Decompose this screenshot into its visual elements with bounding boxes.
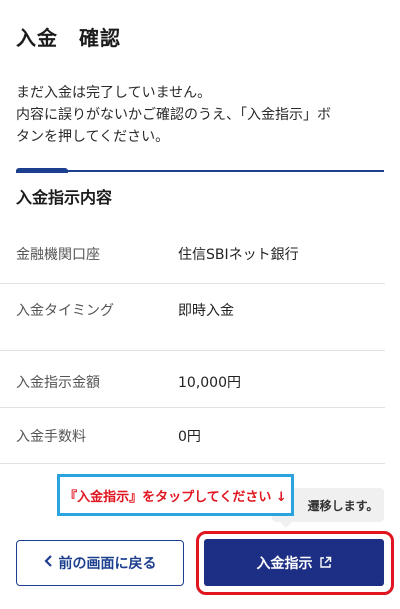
instruction-callout: 『入金指示』をタップしてください ↓: [57, 474, 294, 516]
back-button-label: 前の画面に戻る: [58, 556, 157, 572]
notice-message: まだ入金は完了していません。 内容に誤りがないかご確認のうえ、「入金指示」ボ タ…: [16, 82, 388, 148]
row-divider: [0, 350, 385, 351]
external-link-icon: [319, 556, 332, 569]
detail-value: 0円: [178, 429, 201, 445]
detail-value: 即時入金: [178, 303, 234, 319]
section-tab-accent: [16, 168, 68, 173]
notice-line-1: まだ入金は完了していません。: [16, 85, 212, 101]
detail-value: 住信SBIネット銀行: [178, 247, 299, 263]
row-divider: [0, 283, 385, 284]
detail-value: 10,000円: [178, 375, 241, 391]
tooltip-pointer: [278, 520, 294, 528]
notice-line-2: 内容に誤りがないかご確認のうえ、「入金指示」ボ: [16, 107, 331, 123]
chevron-left-icon: [43, 555, 53, 571]
detail-label: 金融機関口座: [16, 247, 100, 263]
row-divider: [0, 407, 385, 408]
section-divider: [16, 170, 384, 172]
section-title: 入金指示内容: [16, 188, 113, 207]
callout-text: 『入金指示』をタップしてください ↓: [64, 489, 287, 505]
row-divider: [0, 463, 385, 464]
notice-line-3: タンを押してください。: [16, 129, 170, 145]
page-title: 入金 確認: [16, 26, 121, 50]
detail-label: 入金タイミング: [16, 303, 114, 319]
back-button[interactable]: 前の画面に戻る: [16, 540, 184, 586]
detail-label: 入金指示金額: [16, 375, 100, 391]
submit-deposit-button[interactable]: 入金指示: [204, 539, 384, 586]
submit-button-label: 入金指示: [256, 555, 313, 572]
detail-label: 入金手数料: [16, 429, 86, 445]
